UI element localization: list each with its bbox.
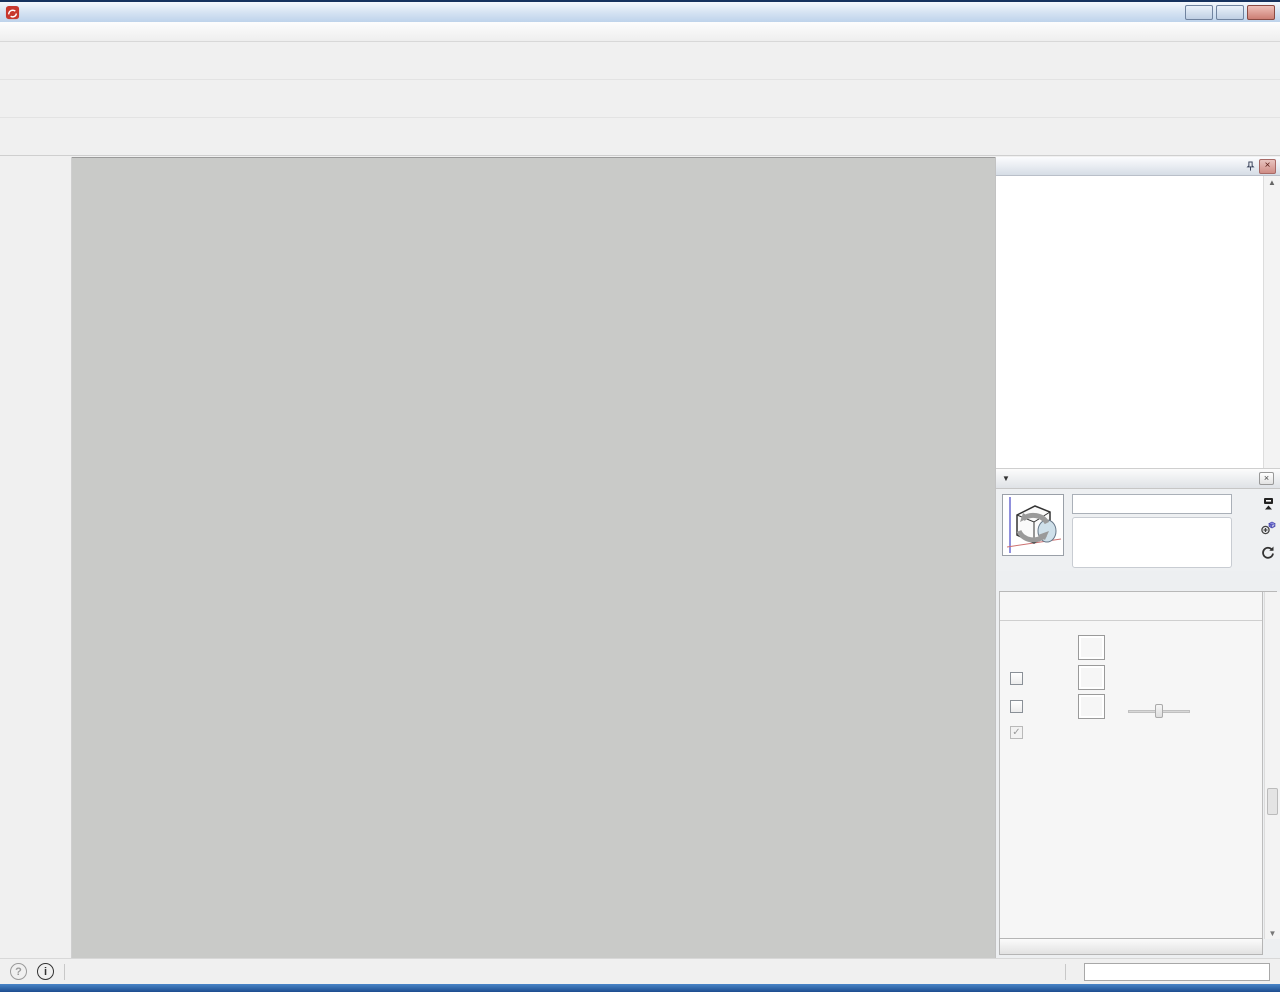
geolocation-icon[interactable]: ?: [10, 963, 27, 980]
collapse-triangle-icon: ▼: [1002, 474, 1010, 483]
instructor-scrollbar[interactable]: ▲: [1263, 176, 1280, 468]
style-description: [1072, 517, 1232, 568]
secondary-pane-button[interactable]: [1258, 494, 1277, 513]
info-icon[interactable]: i: [37, 963, 54, 980]
ground-checkbox[interactable]: [1010, 700, 1023, 713]
styles-body: [996, 489, 1280, 571]
scroll-down-icon[interactable]: ▼: [1265, 929, 1280, 938]
styles-close-button[interactable]: ×: [1259, 472, 1274, 485]
style-actions: [1258, 494, 1277, 561]
minimize-button[interactable]: [1185, 5, 1213, 20]
scroll-up-icon[interactable]: ▲: [1264, 176, 1280, 190]
default-tray: × ▲ ▼ ×: [995, 157, 1280, 958]
menu-bar: [0, 22, 1280, 42]
tray-scrollbar[interactable]: ▼: [1264, 592, 1280, 939]
tray-header[interactable]: ×: [996, 157, 1280, 176]
status-bar: ? i: [0, 958, 1280, 984]
update-style-button[interactable]: [1258, 542, 1277, 561]
style-name-input[interactable]: [1072, 494, 1232, 514]
create-new-style-icon: [1260, 520, 1276, 536]
windows-taskbar[interactable]: [0, 984, 1280, 992]
create-new-style-button[interactable]: [1258, 518, 1277, 537]
large-tool-set: [0, 157, 72, 958]
sketchup-logo-icon: [5, 5, 20, 20]
transparency-slider[interactable]: [1128, 704, 1190, 718]
ground-swatch[interactable]: [1078, 694, 1105, 719]
background-swatch[interactable]: [1078, 635, 1105, 660]
secondary-pane-icon: [1260, 496, 1276, 512]
close-button[interactable]: [1247, 5, 1275, 20]
window-controls: [1185, 5, 1275, 20]
edit-settings-strip: [1000, 592, 1262, 621]
show-ground-checkbox[interactable]: ✓: [1010, 726, 1023, 739]
styles-section-header[interactable]: ▼ ×: [996, 468, 1280, 489]
pin-icon[interactable]: [1242, 159, 1259, 174]
measurements-box[interactable]: [1084, 963, 1270, 981]
sky-swatch[interactable]: [1078, 665, 1105, 690]
ground-row: [1010, 700, 1029, 713]
style-thumbnail-image: [1003, 495, 1063, 555]
update-style-icon: [1260, 544, 1276, 560]
slider-thumb[interactable]: [1155, 704, 1163, 718]
select-section-bar[interactable]: [999, 938, 1263, 955]
instructor-panel: [996, 176, 1263, 468]
title-bar: [0, 0, 1280, 22]
toolbar-principal: [0, 118, 1280, 156]
toolbar-camera-tools: [0, 80, 1280, 118]
tray-close-button[interactable]: ×: [1259, 159, 1276, 174]
tray-scrollbar-thumb[interactable]: [1267, 788, 1278, 815]
sky-checkbox[interactable]: [1010, 672, 1023, 685]
styles-tabs: [999, 571, 1277, 592]
style-thumbnail[interactable]: [1002, 494, 1064, 556]
viewport-canvas[interactable]: [72, 158, 995, 959]
toolbar-standard: [0, 42, 1280, 80]
maximize-button[interactable]: [1216, 5, 1244, 20]
sky-row: [1010, 672, 1029, 685]
show-ground-row: ✓: [1010, 726, 1029, 739]
styles-edit-panel: ✓: [999, 592, 1263, 939]
model-viewport[interactable]: [72, 157, 995, 958]
